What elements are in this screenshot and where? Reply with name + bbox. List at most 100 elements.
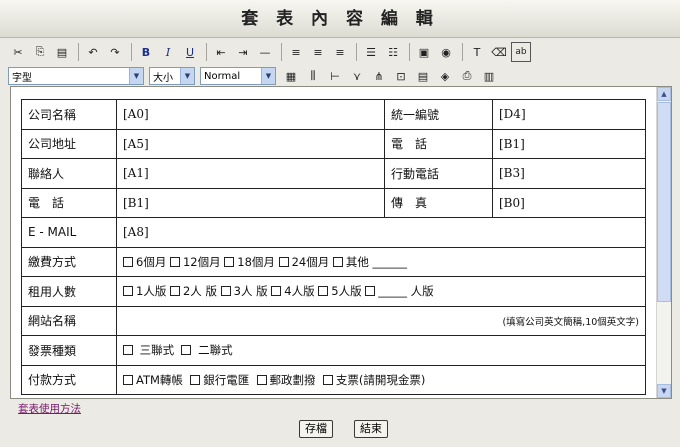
size-select[interactable]: 大小 ▼ [149, 67, 195, 85]
contact-value[interactable]: [A1] [116, 158, 385, 189]
toolbar-divider [462, 43, 463, 61]
fax-value[interactable]: [B0] [492, 187, 646, 218]
outdent-icon[interactable]: ⇤ [211, 42, 231, 62]
checkbox[interactable] [123, 345, 133, 356]
option-label: 1人版 [136, 284, 167, 299]
paste-icon[interactable]: ▤ [52, 42, 72, 62]
usage-help-link[interactable]: 套表使用方法 [18, 401, 81, 416]
table-row: 發票種類 三聯式 二聯式 [21, 335, 646, 366]
copy-icon[interactable]: ⎘ [30, 42, 50, 62]
chevron-down-icon: ▼ [129, 68, 143, 84]
checkbox[interactable] [318, 286, 329, 297]
indent-icon[interactable]: ⇥ [233, 42, 253, 62]
insert-link-icon[interactable]: ◉ [436, 42, 456, 62]
scroll-thumb[interactable] [657, 102, 671, 302]
table-row: 電 話 [B1] 傳 真 [B0] [21, 187, 646, 218]
table-row: 租用人數 1人版 2人 版 3人 版 4人版 5人版 _____ 人版 [21, 276, 646, 307]
checkbox[interactable] [123, 286, 133, 297]
align-left-icon[interactable]: ≡ [286, 42, 306, 62]
chevron-down-icon: ▼ [261, 68, 275, 84]
phone2-value[interactable]: [B1] [116, 187, 385, 218]
email-value[interactable]: [A8] [116, 217, 646, 248]
bullet-list-icon[interactable]: ☰ [361, 42, 381, 62]
checkbox[interactable] [169, 286, 180, 297]
table-row: E - MAIL [A8] [21, 217, 646, 248]
align-right-icon[interactable]: ≡ [330, 42, 350, 62]
option-label: 12個月 [182, 254, 221, 269]
horizontal-rule-icon[interactable]: — [255, 42, 275, 62]
tax-id-value[interactable]: [D4] [492, 99, 646, 130]
checkbox[interactable] [224, 256, 235, 267]
pay-method-label: 付款方式 [21, 364, 117, 395]
invoice-label: 發票種類 [21, 335, 117, 366]
mobile-value[interactable]: [B3] [492, 158, 646, 189]
checkbox[interactable] [278, 256, 289, 267]
company-name-value[interactable]: [A0] [116, 99, 385, 130]
bold-button[interactable]: B [136, 42, 156, 62]
table-row: 付款方式 ATM轉帳 銀行電匯 郵政劃撥 支票(請開現金票) [21, 364, 646, 395]
redo-icon[interactable]: ↷ [105, 42, 125, 62]
scroll-down-icon[interactable]: ▼ [657, 384, 671, 398]
checkbox[interactable] [256, 374, 267, 385]
payment-period-label: 繳費方式 [21, 246, 117, 277]
eraser-icon[interactable]: ⌫ [489, 42, 509, 62]
phone-value[interactable]: [B1] [492, 128, 646, 159]
font-select[interactable]: 字型 ▼ [8, 67, 144, 85]
phone2-label: 電 話 [21, 187, 117, 218]
option-label: _____ 人版 [378, 284, 434, 299]
italic-button[interactable]: I [158, 42, 178, 62]
address-value[interactable]: [A5] [116, 128, 385, 159]
insert-table-icon[interactable]: ▦ [281, 66, 301, 86]
checkbox[interactable] [332, 256, 343, 267]
checkbox[interactable] [123, 374, 133, 385]
insert-image-icon[interactable]: ▣ [414, 42, 434, 62]
checkbox[interactable] [181, 345, 192, 356]
option-label: 6個月 [136, 254, 167, 269]
scroll-up-icon[interactable]: ▲ [657, 87, 671, 101]
split-cells-icon[interactable]: ⋔ [369, 66, 389, 86]
vertical-scrollbar[interactable]: ▲ ▼ [656, 87, 671, 398]
option-label: ATM轉帳 [136, 372, 183, 387]
tax-id-label: 統一編號 [384, 99, 493, 130]
checkbox[interactable] [322, 374, 333, 385]
cell-properties-icon[interactable]: ⊡ [391, 66, 411, 86]
table-row: 網站名稱 (填寫公司英文簡稱,10個英文字) [21, 305, 646, 336]
underline-button[interactable]: U [180, 42, 200, 62]
site-name-value[interactable]: (填寫公司英文簡稱,10個英文字) [116, 305, 646, 336]
text-color-icon[interactable]: T [467, 42, 487, 62]
toolbar-divider [281, 43, 282, 61]
cut-icon[interactable]: ✂ [8, 42, 28, 62]
checkbox[interactable] [169, 256, 180, 267]
contact-label: 聯絡人 [21, 158, 117, 189]
toolbar-divider [356, 43, 357, 61]
align-center-icon[interactable]: ≡ [308, 42, 328, 62]
window-title: 套 表 內 容 編 輯 [0, 0, 680, 38]
option-label: 其他 ______ [345, 254, 408, 269]
undo-icon[interactable]: ↶ [83, 42, 103, 62]
toolbar-divider [78, 43, 79, 61]
insert-row-icon[interactable]: ⊢ [325, 66, 345, 86]
numbered-list-icon[interactable]: ☷ [383, 42, 403, 62]
insert-column-icon[interactable]: ⫼ [303, 66, 323, 86]
print-icon[interactable]: ⎙ [457, 66, 477, 86]
close-button[interactable]: 結束 [354, 420, 388, 438]
save-button[interactable]: 存檔 [299, 420, 333, 438]
text-field-icon[interactable]: ab [511, 42, 531, 62]
fill-color-icon[interactable]: ◈ [435, 66, 455, 86]
toolbar-divider [131, 43, 132, 61]
table-row: 繳費方式 6個月 12個月 18個月 24個月 其他 ______ [21, 246, 646, 277]
style-select-value: Normal [204, 70, 241, 82]
checkbox[interactable] [190, 374, 201, 385]
checkbox[interactable] [123, 256, 133, 267]
style-select[interactable]: Normal ▼ [200, 67, 276, 85]
fax-label: 傳 真 [384, 187, 493, 218]
checkbox[interactable] [365, 286, 376, 297]
checkbox[interactable] [220, 286, 231, 297]
table-properties-icon[interactable]: ▤ [413, 66, 433, 86]
company-name-label: 公司名稱 [21, 99, 117, 130]
editor-area[interactable]: 公司名稱 [A0] 統一編號 [D4] 公司地址 [A5] 電 話 [B1] 聯… [10, 86, 672, 399]
checkbox[interactable] [271, 286, 282, 297]
option-label: 5人版 [331, 284, 362, 299]
grid-icon[interactable]: ▥ [479, 66, 499, 86]
merge-cells-icon[interactable]: ⋎ [347, 66, 367, 86]
